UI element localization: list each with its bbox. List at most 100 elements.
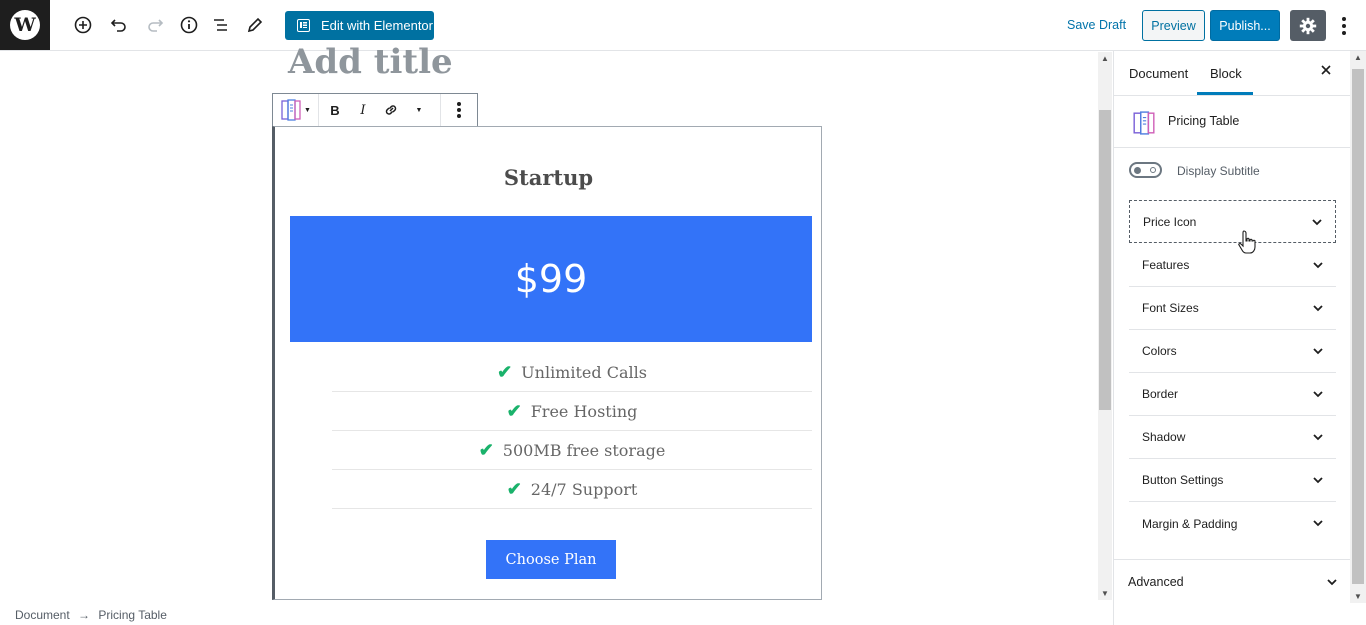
panel-colors[interactable]: Colors: [1129, 330, 1336, 373]
chevron-down-icon: [1313, 262, 1323, 269]
pricing-plan-title[interactable]: Startup: [275, 165, 822, 190]
kebab-dot: [1342, 17, 1346, 21]
panel-margin-padding[interactable]: Margin & Padding: [1129, 502, 1336, 545]
pricing-table-icon: [1133, 111, 1155, 135]
panel-title: Margin & Padding: [1142, 516, 1238, 531]
preview-button[interactable]: Preview: [1142, 10, 1205, 41]
scroll-up-arrow[interactable]: ▲: [1350, 53, 1366, 62]
breadcrumb-arrow: →: [78, 608, 91, 622]
panel-button-settings[interactable]: Button Settings: [1129, 459, 1336, 502]
undo-button[interactable]: [107, 13, 131, 37]
wordpress-icon: W: [10, 10, 40, 40]
feature-item[interactable]: ✔ Free Hosting: [332, 392, 812, 431]
vertical-ellipsis-icon: [457, 102, 461, 118]
block-more-options-button[interactable]: [441, 94, 477, 126]
add-block-button[interactable]: [71, 13, 95, 37]
close-sidebar-button[interactable]: [1320, 63, 1332, 81]
settings-button[interactable]: [1290, 10, 1326, 41]
feature-item[interactable]: ✔ 500MB free storage: [332, 431, 812, 470]
editor-header: W Edit with Elementor Save Draft Preview…: [0, 0, 1366, 51]
redo-icon: [148, 19, 164, 32]
content-info-button[interactable]: [177, 13, 201, 37]
format-controls: B I ▼: [319, 94, 441, 126]
gear-icon: [1299, 17, 1317, 34]
feature-text: 24/7 Support: [530, 479, 638, 499]
check-icon: ✔: [506, 478, 522, 500]
choose-plan-button[interactable]: Choose Plan: [486, 540, 616, 579]
chevron-down-icon: [1313, 305, 1323, 312]
hand-cursor-icon: [1238, 230, 1256, 254]
link-icon: [385, 105, 397, 115]
display-subtitle-toggle[interactable]: [1129, 162, 1162, 178]
pricing-table-icon: [281, 99, 301, 121]
block-switcher-button[interactable]: ▼: [273, 94, 319, 126]
feature-item[interactable]: ✔ Unlimited Calls: [332, 353, 812, 392]
block-card: Pricing Table: [1114, 96, 1350, 148]
close-icon: [1321, 65, 1331, 75]
elementor-icon: [297, 19, 310, 32]
scrollbar-thumb[interactable]: [1352, 69, 1364, 584]
price-box[interactable]: $99: [290, 216, 812, 342]
panel-advanced[interactable]: Advanced: [1114, 559, 1350, 604]
panel-border[interactable]: Border: [1129, 373, 1336, 416]
redo-button[interactable]: [143, 13, 167, 37]
breadcrumb-current[interactable]: Pricing Table: [98, 608, 166, 622]
panel-price-icon[interactable]: Price Icon: [1129, 200, 1336, 243]
editor-scrollbar[interactable]: ▲ ▼: [1098, 52, 1112, 600]
breadcrumb: Document → Pricing Table: [15, 608, 167, 622]
caret-down-icon: ▼: [304, 106, 311, 114]
panel-shadow[interactable]: Shadow: [1129, 416, 1336, 459]
undo-icon: [110, 19, 126, 32]
feature-text: Free Hosting: [530, 401, 638, 421]
panel-features[interactable]: Features: [1129, 244, 1336, 287]
price-amount[interactable]: $99: [515, 257, 588, 301]
more-options-button[interactable]: [1334, 14, 1354, 38]
pricing-table-block[interactable]: Startup $99 ✔ Unlimited Calls ✔ Free Hos…: [272, 126, 822, 600]
bold-button[interactable]: B: [321, 103, 349, 118]
panel-font-sizes[interactable]: Font Sizes: [1129, 287, 1336, 330]
block-toolbar: ▼ B I ▼: [272, 93, 478, 127]
kebab-dot: [1342, 31, 1346, 35]
chevron-down-icon: [1312, 219, 1322, 226]
settings-sidebar: Document Block Pricing Table Display Sub…: [1113, 51, 1366, 625]
more-rich-text-button[interactable]: ▼: [405, 107, 433, 114]
toggle-knob: [1134, 167, 1141, 174]
scroll-down-arrow[interactable]: ▼: [1098, 589, 1112, 598]
edit-with-elementor-label: Edit with Elementor: [321, 18, 433, 33]
sidebar-scrollbar[interactable]: ▲ ▼: [1350, 51, 1366, 603]
check-icon: ✔: [506, 400, 522, 422]
breadcrumb-document[interactable]: Document: [15, 608, 70, 622]
tools-button[interactable]: [243, 13, 267, 37]
publish-button[interactable]: Publish...: [1210, 10, 1280, 41]
info-icon: [180, 16, 198, 34]
scrollbar-thumb[interactable]: [1099, 110, 1111, 410]
panel-title: Features: [1142, 258, 1190, 272]
toggle-off-indicator: [1150, 167, 1156, 173]
panel-title: Colors: [1142, 344, 1177, 358]
feature-item[interactable]: ✔ 24/7 Support: [332, 470, 812, 509]
wordpress-logo-button[interactable]: W: [0, 0, 50, 50]
panel-title: Border: [1142, 387, 1179, 401]
block-card-title: Pricing Table: [1168, 114, 1240, 128]
italic-button[interactable]: I: [349, 103, 377, 118]
scroll-down-arrow[interactable]: ▼: [1350, 592, 1366, 601]
edit-with-elementor-button[interactable]: Edit with Elementor: [285, 11, 434, 40]
check-icon: ✔: [497, 361, 513, 383]
save-draft-link[interactable]: Save Draft: [1067, 18, 1126, 32]
post-title-input[interactable]: Add title: [288, 42, 453, 82]
link-button[interactable]: [377, 102, 405, 118]
tab-document[interactable]: Document: [1129, 66, 1188, 81]
chevron-down-icon: [1313, 520, 1323, 527]
pencil-icon: [247, 17, 263, 33]
block-navigation-button[interactable]: [209, 13, 233, 37]
chevron-down-icon: [1313, 434, 1323, 441]
sidebar-tabs: Document Block: [1114, 51, 1350, 96]
scroll-up-arrow[interactable]: ▲: [1098, 54, 1112, 63]
chevron-down-icon: [1313, 348, 1323, 355]
panel-title: Advanced: [1128, 575, 1184, 589]
chevron-down-icon: [1313, 477, 1323, 484]
panel-title: Shadow: [1142, 430, 1186, 444]
tab-block[interactable]: Block: [1210, 66, 1242, 81]
panel-title: Price Icon: [1143, 214, 1197, 229]
feature-text: Unlimited Calls: [521, 362, 647, 382]
